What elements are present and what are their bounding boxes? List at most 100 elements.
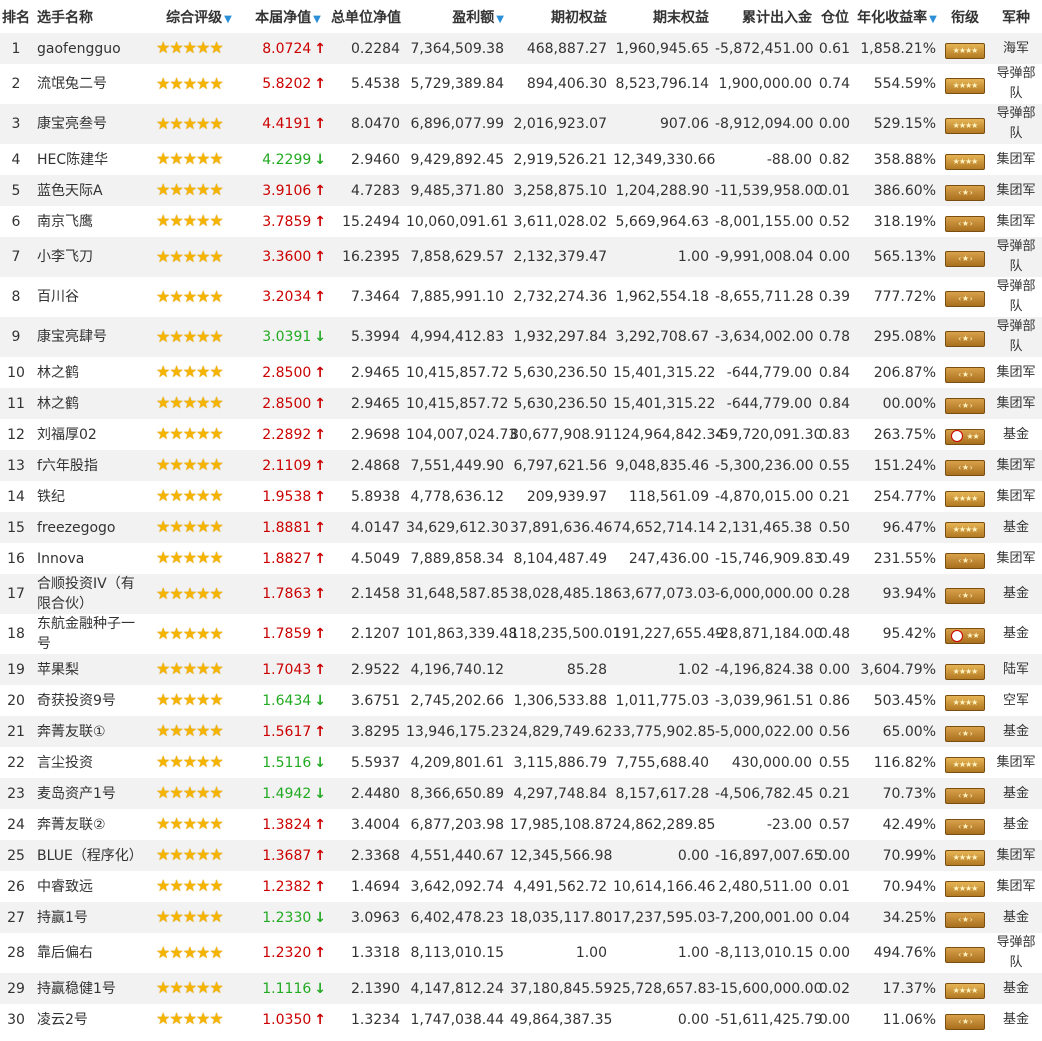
- table-row[interactable]: 18 东航金融种子一号 ★★★★★ 1.7859 ↑ 2.1207 101,863,339.…: [0, 614, 1042, 654]
- player-name-link[interactable]: 流氓兔二号: [32, 64, 150, 104]
- sort-icon[interactable]: ▼: [313, 14, 321, 25]
- position-cell: 0.82: [816, 144, 854, 175]
- star-icon: ★: [169, 455, 183, 474]
- header-nav[interactable]: 本届净值 ▼: [248, 0, 328, 33]
- table-row[interactable]: 20 奇获投资9号 ★★★★★ 1.6434 ↓ 3.6751 2,745,202.66 1,…: [0, 685, 1042, 716]
- table-row[interactable]: 4 HEC陈建华 ★★★★★ 4.2299 ↓ 2.9460 9,429,892.45 2,9…: [0, 144, 1042, 175]
- star-icon: ★: [209, 548, 223, 567]
- star-icon: ★: [196, 286, 210, 306]
- table-row[interactable]: 23 麦岛资产1号 ★★★★★ 1.4942 ↓ 2.4480 8,366,650.89 4,…: [0, 778, 1042, 809]
- star-icon: ★: [209, 783, 223, 802]
- player-name-link[interactable]: 南京飞鹰: [32, 206, 150, 237]
- end-equity-cell: 74,652,714.14: [611, 512, 715, 543]
- table-row[interactable]: 30 凌云2号 ★★★★★ 1.0350 ↑ 1.3234 1,747,038.44 49,8…: [0, 1004, 1042, 1035]
- player-name-link[interactable]: 铁纪: [32, 481, 150, 512]
- star-icon: ★: [209, 907, 223, 926]
- table-row[interactable]: 19 苹果梨 ★★★★★ 1.7043 ↑ 2.9522 4,196,740.12 85.28…: [0, 654, 1042, 685]
- table-row[interactable]: 16 Innova ★★★★★ 1.8827 ↑ 4.5049 7,889,858.34 8,…: [0, 543, 1042, 574]
- player-name-link[interactable]: 靠后偏右: [32, 933, 150, 973]
- sort-icon[interactable]: ▼: [224, 14, 232, 25]
- player-name-link[interactable]: 康宝亮叁号: [32, 104, 150, 144]
- player-name-link[interactable]: Innova: [32, 543, 150, 574]
- table-row[interactable]: 11 林之鹤 ★★★★★ 2.8500 ↑ 2.9465 10,415,857.72 5,63…: [0, 388, 1042, 419]
- table-row[interactable]: 29 持赢稳健1号 ★★★★★ 1.1116 ↓ 2.1390 4,147,812.24 37…: [0, 973, 1042, 1004]
- player-name-link[interactable]: 林之鹤: [32, 357, 150, 388]
- player-name-link[interactable]: 刘福厚02: [32, 419, 150, 450]
- table-row[interactable]: 21 奔菁友联① ★★★★★ 1.5617 ↑ 3.8295 13,946,175.23 24…: [0, 716, 1042, 747]
- table-row[interactable]: 8 百川谷 ★★★★★ 3.2034 ↑ 7.3464 7,885,991.10 2,732,…: [0, 277, 1042, 317]
- rating-stars: ★★★★★: [150, 716, 248, 747]
- rank-badge-cell: ★★: [940, 614, 990, 654]
- table-row[interactable]: 15 freezegogo ★★★★★ 1.8881 ↑ 4.0147 34,629,612…: [0, 512, 1042, 543]
- table-row[interactable]: 14 铁纪 ★★★★★ 1.9538 ↑ 5.8938 4,778,636.12 209,93…: [0, 481, 1042, 512]
- begin-equity-cell: 3,258,875.10: [508, 175, 611, 206]
- table-row[interactable]: 1 gaofengguo ★★★★★ 8.0724 ↑ 0.2284 7,364,509.3…: [0, 33, 1042, 64]
- sort-icon[interactable]: ▼: [496, 14, 504, 25]
- player-name-link[interactable]: 奔菁友联①: [32, 716, 150, 747]
- arrow-up-icon: ↑: [314, 40, 326, 57]
- rank-insignia-icon: ‹ ★ ›: [945, 184, 985, 201]
- table-row[interactable]: 22 言尘投资 ★★★★★ 1.5116 ↓ 5.5937 4,209,801.61 3,11…: [0, 747, 1042, 778]
- sort-icon[interactable]: ▼: [929, 14, 937, 25]
- star-icon: ★: [182, 907, 197, 926]
- star-icon: ★: [182, 1009, 197, 1028]
- header-annual-return[interactable]: 年化收益率 ▼: [854, 0, 940, 33]
- table-row[interactable]: 17 合顺投资IV（有限合伙） ★★★★★ 1.7863 ↑ 2.1458 31,648,5…: [0, 574, 1042, 614]
- star-icon: ★: [169, 38, 183, 57]
- player-name-link[interactable]: gaofengguo: [32, 33, 150, 64]
- player-name-link[interactable]: 合顺投资IV（有限合伙）: [32, 574, 150, 614]
- begin-equity-cell: 5,630,236.50: [508, 388, 611, 419]
- table-row[interactable]: 10 林之鹤 ★★★★★ 2.8500 ↑ 2.9465 10,415,857.72 5,63…: [0, 357, 1042, 388]
- player-name-link[interactable]: 凌云2号: [32, 1004, 150, 1035]
- table-row[interactable]: 2 流氓兔二号 ★★★★★ 5.8202 ↑ 5.4538 5,729,389.84 894,…: [0, 64, 1042, 104]
- player-name-link[interactable]: 奔菁友联②: [32, 809, 150, 840]
- end-equity-cell: 15,401,315.22: [611, 388, 715, 419]
- player-name-link[interactable]: BLUE（程序化）: [32, 840, 150, 871]
- player-name-link[interactable]: 小李飞刀: [32, 237, 150, 277]
- player-name-link[interactable]: 麦岛资产1号: [32, 778, 150, 809]
- player-name-link[interactable]: freezegogo: [32, 512, 150, 543]
- table-row[interactable]: 26 中睿致远 ★★★★★ 1.2382 ↑ 1.4694 3,642,092.74 4,49…: [0, 871, 1042, 902]
- star-icon: ★: [182, 113, 197, 133]
- header-begin-equity: 期初权益: [551, 9, 607, 26]
- star-icon: ★: [156, 286, 170, 306]
- table-row[interactable]: 28 靠后偏右 ★★★★★ 1.2320 ↑ 1.3318 8,113,010.15 1.00…: [0, 933, 1042, 973]
- header-rating[interactable]: 综合评级 ▼: [150, 0, 248, 33]
- end-equity-cell: 12,349,330.66: [611, 144, 715, 175]
- player-name-link[interactable]: 蓝色天际A: [32, 175, 150, 206]
- header-profit[interactable]: 盈利额 ▼: [404, 0, 508, 33]
- player-name-link[interactable]: HEC陈建华: [32, 144, 150, 175]
- nav-value: 1.3687: [262, 847, 312, 864]
- player-name-link[interactable]: 持赢稳健1号: [32, 973, 150, 1004]
- player-name-link[interactable]: 持赢1号: [32, 902, 150, 933]
- star-icon: ★: [196, 752, 210, 771]
- army-cell: 集团军: [990, 543, 1042, 574]
- player-name-link[interactable]: 百川谷: [32, 277, 150, 317]
- table-row[interactable]: 5 蓝色天际A ★★★★★ 3.9106 ↑ 4.7283 9,485,371.80 3,25…: [0, 175, 1042, 206]
- star-icon: ★: [182, 455, 197, 474]
- table-row[interactable]: 13 f六年股指 ★★★★★ 2.1109 ↑ 2.4868 7,551,449.90 6,7…: [0, 450, 1042, 481]
- player-name-link[interactable]: 中睿致远: [32, 871, 150, 902]
- player-name-link[interactable]: 东航金融种子一号: [32, 614, 150, 654]
- net-flow-cell: -4,506,782.45: [713, 778, 816, 809]
- star-icon: ★: [182, 876, 197, 895]
- annual-return-cell: 529.15%: [854, 104, 940, 144]
- player-name-link[interactable]: 苹果梨: [32, 654, 150, 685]
- rank-badge-cell: ‹ ★ ›: [940, 277, 990, 317]
- player-name-link[interactable]: 康宝亮肆号: [32, 317, 150, 357]
- annual-return-cell: 17.37%: [854, 973, 940, 1004]
- player-name-link[interactable]: 林之鹤: [32, 388, 150, 419]
- table-row[interactable]: 3 康宝亮叁号 ★★★★★ 4.4191 ↑ 8.0470 6,896,077.99 2,01…: [0, 104, 1042, 144]
- table-row[interactable]: 24 奔菁友联② ★★★★★ 1.3824 ↑ 3.4004 6,877,203.98 17,…: [0, 809, 1042, 840]
- table-row[interactable]: 27 持赢1号 ★★★★★ 1.2330 ↓ 3.0963 6,402,478.23 18,0…: [0, 902, 1042, 933]
- table-row[interactable]: 9 康宝亮肆号 ★★★★★ 3.0391 ↓ 5.3994 4,994,412.83 1,93…: [0, 317, 1042, 357]
- table-row[interactable]: 7 小李飞刀 ★★★★★ 3.3600 ↑ 16.2395 7,858,629.57 2,13…: [0, 237, 1042, 277]
- player-name-link[interactable]: 言尘投资: [32, 747, 150, 778]
- player-name-link[interactable]: 奇获投资9号: [32, 685, 150, 716]
- player-name-link[interactable]: f六年股指: [32, 450, 150, 481]
- table-row[interactable]: 6 南京飞鹰 ★★★★★ 3.7859 ↑ 15.2494 10,060,091.61 3,6…: [0, 206, 1042, 237]
- table-row[interactable]: 12 刘福厚02 ★★★★★ 2.2892 ↑ 2.9698 104,007,024.73 8…: [0, 419, 1042, 450]
- profit-cell: 13,946,175.23: [404, 716, 508, 747]
- table-row[interactable]: 25 BLUE（程序化） ★★★★★ 1.3687 ↑ 2.3368 4,551,440.6…: [0, 840, 1042, 871]
- end-equity-cell: 1.02: [611, 654, 713, 685]
